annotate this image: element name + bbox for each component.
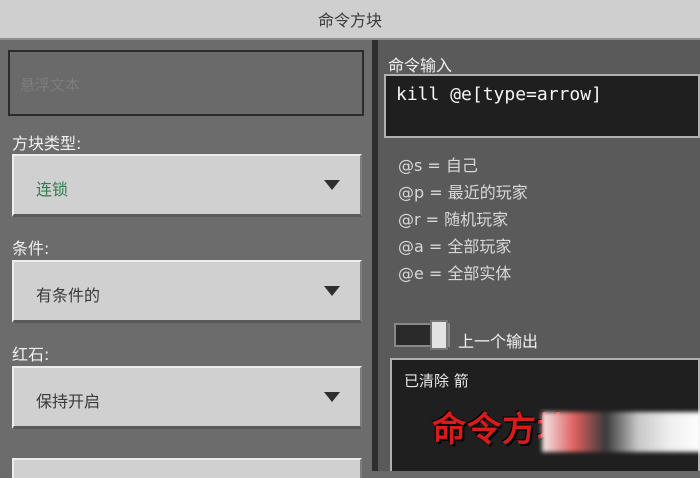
condition-label: 条件: — [12, 239, 50, 258]
selector-help-s: @s = 自己 — [398, 156, 478, 175]
left-panel: 悬浮文本 方块类型: 连锁 条件: 有条件的 红石: 保持开启 — [0, 40, 372, 478]
previous-output-toggle[interactable] — [394, 320, 450, 350]
chevron-down-icon — [324, 392, 340, 402]
block-type-value: 连锁 — [36, 180, 69, 199]
chevron-down-icon — [324, 286, 340, 296]
condition-dropdown[interactable]: 有条件的 — [12, 260, 362, 323]
right-panel: 命令输入 kill @e[type=arrow] @s = 自己 @p = 最近… — [378, 40, 700, 471]
redstone-dropdown[interactable]: 保持开启 — [12, 366, 362, 429]
command-input-field[interactable]: kill @e[type=arrow] — [384, 74, 700, 138]
previous-output-text: 已清除 箭 — [404, 372, 469, 390]
condition-value: 有条件的 — [36, 286, 101, 305]
previous-output-label: 上一个输出 — [458, 332, 539, 351]
blurred-area — [542, 412, 700, 452]
selector-help-e: @e = 全部实体 — [398, 264, 512, 283]
redstone-value: 保持开启 — [36, 392, 101, 411]
block-type-label: 方块类型: — [12, 134, 82, 153]
window-title: 命令方块 — [0, 0, 700, 40]
redstone-label: 红石: — [12, 345, 50, 364]
toggle-thumb[interactable] — [430, 320, 448, 350]
selector-help-r: @r = 随机玩家 — [398, 210, 509, 229]
chevron-down-icon — [324, 180, 340, 190]
selector-help-a: @a = 全部玩家 — [398, 237, 512, 256]
selector-help-p: @p = 最近的玩家 — [398, 183, 528, 202]
previous-output-box: 已清除 箭 命令方块 — [390, 358, 700, 471]
command-input-label: 命令输入 — [388, 56, 453, 75]
next-option-box[interactable] — [12, 458, 362, 478]
block-type-dropdown[interactable]: 连锁 — [12, 154, 362, 217]
hover-text-input[interactable]: 悬浮文本 — [8, 50, 364, 116]
